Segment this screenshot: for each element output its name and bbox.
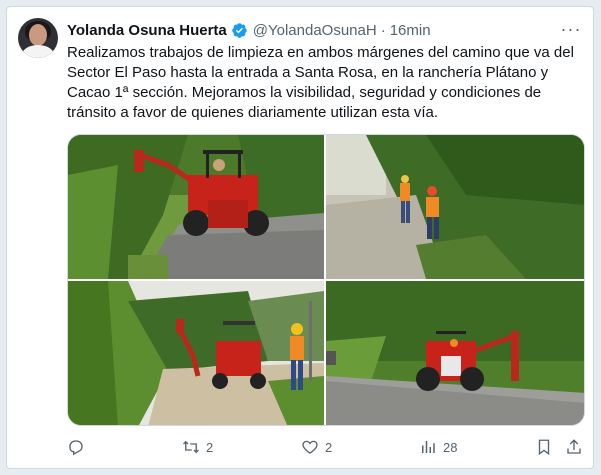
- heart-icon: [302, 440, 318, 454]
- retweet-count: 2: [206, 439, 214, 455]
- verified-badge-icon: [231, 22, 248, 39]
- like-button[interactable]: 2: [301, 435, 332, 459]
- reply-button[interactable]: [67, 435, 91, 459]
- tweet-text: Realizamos trabajos de limpieza en ambos…: [67, 44, 574, 121]
- photo-worker-beside-tractor[interactable]: [68, 281, 324, 425]
- views-button[interactable]: 28: [419, 435, 457, 459]
- photo-tractor-with-arm-on-road[interactable]: [326, 281, 584, 425]
- retweet-icon: [183, 440, 199, 454]
- photo-workers-clearing-brush[interactable]: [326, 135, 584, 279]
- photo-tractor-mowing-roadside[interactable]: [68, 135, 324, 279]
- share-button[interactable]: [565, 435, 589, 459]
- tweet-card[interactable]: Yolanda Osuna Huerta @YolandaOsunaH · 16…: [6, 6, 594, 469]
- analytics-icon: [422, 441, 435, 453]
- tweet-timestamp[interactable]: 16min: [390, 22, 431, 39]
- retweet-button[interactable]: 2: [182, 435, 213, 459]
- separator-dot: ·: [380, 21, 386, 39]
- more-options-icon[interactable]: ···: [559, 17, 583, 41]
- bookmark-icon: [538, 439, 550, 456]
- action-bar: 2 2 28: [67, 435, 585, 459]
- author-avatar[interactable]: [18, 18, 58, 58]
- bookmark-button[interactable]: [535, 435, 559, 459]
- avatar-shirt: [22, 45, 54, 58]
- media-grid: [67, 134, 585, 426]
- like-count: 2: [325, 439, 333, 455]
- author-name[interactable]: Yolanda Osuna Huerta: [67, 22, 227, 39]
- avatar-face: [29, 24, 47, 46]
- tweet-header: Yolanda Osuna Huerta @YolandaOsunaH · 16…: [67, 20, 431, 40]
- reply-icon: [69, 440, 83, 456]
- views-count: 28: [443, 439, 458, 455]
- share-icon: [567, 439, 581, 454]
- author-handle[interactable]: @YolandaOsunaH: [253, 22, 377, 39]
